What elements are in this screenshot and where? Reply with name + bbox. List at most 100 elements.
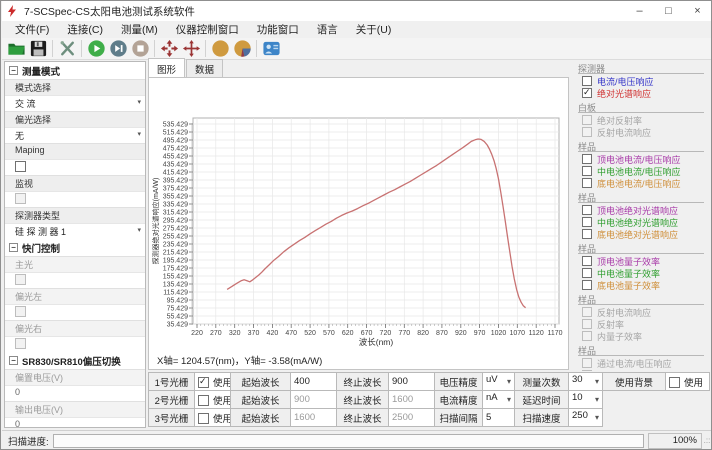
scan-progress-label: 扫描进度:: [8, 434, 49, 448]
section-title: 快门控制: [22, 241, 60, 255]
param-label-cell: 3号光栅: [149, 409, 195, 427]
use-checkbox-cell[interactable]: 使用: [666, 373, 710, 391]
menu-item-0[interactable]: 文件(F): [6, 21, 58, 38]
svg-text:1070: 1070: [510, 330, 526, 337]
curve-checkbox[interactable]: [582, 88, 592, 98]
use-checkbox[interactable]: [198, 377, 209, 388]
curve-checkbox[interactable]: [582, 268, 592, 278]
maximize-button[interactable]: □: [654, 1, 683, 21]
status-bar: 扫描进度: 100% .::: [2, 430, 712, 450]
curve-option-row: 反射率: [570, 318, 710, 330]
svg-text:370: 370: [248, 330, 260, 337]
user-info-icon[interactable]: [261, 39, 281, 59]
open-file-icon[interactable]: [6, 39, 26, 59]
toolbar: [2, 38, 712, 60]
field-label: 偏光右: [5, 320, 145, 336]
window-controls: – □ ×: [625, 1, 712, 21]
grating-settings-table: 1号光栅使用起始波长400终止波长900电压精度▾uV测量次数▾30使用背景使用…: [148, 372, 710, 427]
value-input-cell[interactable]: 5: [483, 409, 515, 427]
value-select-cell[interactable]: ▾10: [569, 391, 603, 409]
curve-checkbox[interactable]: [582, 166, 592, 176]
curve-checkbox[interactable]: [582, 280, 592, 290]
value-select-cell[interactable]: ▾250: [569, 409, 603, 427]
curve-checkbox[interactable]: [582, 154, 592, 164]
param-label-cell: 电流精度: [435, 391, 483, 409]
stop-icon[interactable]: [130, 39, 150, 59]
mode-select[interactable]: 交 流▾: [5, 95, 145, 111]
menu-item-5[interactable]: 语言: [308, 21, 347, 38]
use-checkbox-cell[interactable]: 使用: [195, 409, 231, 427]
title-bar: 7-SCSpec-CS太阳电池测试系统软件 – □ ×: [2, 1, 712, 21]
value-select-cell[interactable]: ▾nA: [483, 391, 515, 409]
use-checkbox[interactable]: [198, 395, 209, 406]
menu-item-3[interactable]: 仪器控制窗口: [167, 21, 248, 38]
select-value: 10: [572, 392, 583, 403]
svg-text:155.429: 155.429: [163, 273, 188, 280]
bias-voltage-input[interactable]: 0: [5, 385, 145, 401]
save-file-icon[interactable]: [28, 39, 48, 59]
zoom-extents-icon[interactable]: [159, 39, 179, 59]
curve-checkbox[interactable]: [582, 217, 592, 227]
field-label: 偏光左: [5, 288, 145, 304]
maping-checkbox[interactable]: [15, 161, 26, 172]
field-label: 输出电压(V): [5, 401, 145, 417]
curve-checkbox[interactable]: [582, 205, 592, 215]
pie-analysis-icon[interactable]: [232, 39, 252, 59]
use-label: 使用: [213, 378, 231, 389]
section-header-2[interactable]: −SR830/SR810偏压切换: [5, 352, 145, 369]
menu-item-4[interactable]: 功能窗口: [248, 21, 308, 38]
run-icon[interactable]: [86, 39, 106, 59]
tools-icon[interactable]: [57, 39, 77, 59]
chart-canvas[interactable]: 2202703203704204705205706206707207708208…: [149, 78, 565, 350]
use-label: 使用: [684, 378, 703, 389]
tab-data[interactable]: 数据: [186, 59, 223, 77]
polar-left-checkbox-row: [5, 304, 145, 320]
menu-item-6[interactable]: 关于(U): [347, 21, 401, 38]
use-checkbox[interactable]: [198, 413, 209, 424]
curve-checkbox[interactable]: [582, 256, 592, 266]
svg-text:115.429: 115.429: [163, 289, 188, 296]
section-header-0[interactable]: −测量模式: [5, 62, 145, 79]
menu-item-2[interactable]: 测量(M): [112, 21, 167, 38]
resize-grip[interactable]: .::: [702, 436, 712, 445]
toolbar-separator: [52, 40, 53, 57]
polar-right-checkbox: [15, 338, 26, 349]
lamp-icon[interactable]: [210, 39, 230, 59]
value-input-cell: 900: [291, 391, 337, 409]
tab-graph[interactable]: 图形: [148, 58, 185, 77]
value-select-cell[interactable]: ▾uV: [483, 373, 515, 391]
close-button[interactable]: ×: [683, 1, 712, 21]
menu-item-1[interactable]: 连接(C): [58, 21, 112, 38]
curve-option-row: 内量子效率: [570, 330, 710, 342]
svg-text:620: 620: [342, 330, 354, 337]
use-checkbox-cell[interactable]: 使用: [195, 391, 231, 409]
collapse-icon[interactable]: −: [9, 356, 18, 365]
step-icon[interactable]: [108, 39, 128, 59]
curve-checkbox[interactable]: [582, 76, 592, 86]
output-voltage-input[interactable]: 0: [5, 417, 145, 428]
svg-text:255.429: 255.429: [163, 233, 188, 240]
collapse-icon[interactable]: −: [9, 66, 18, 75]
use-checkbox-cell[interactable]: 使用: [195, 373, 231, 391]
polarizer-select[interactable]: 无▾: [5, 127, 145, 143]
use-checkbox[interactable]: [669, 377, 680, 388]
menu-bar: 文件(F)连接(C)测量(M)仪器控制窗口功能窗口语言关于(U): [2, 21, 712, 38]
curve-group-header-1: 白板: [578, 101, 704, 113]
curve-checkbox[interactable]: [582, 229, 592, 239]
polar-left-checkbox: [15, 306, 26, 317]
svg-text:720: 720: [380, 330, 392, 337]
curve-group-header-2: 样品: [578, 140, 704, 152]
minimize-button[interactable]: –: [625, 1, 654, 21]
param-label-cell: 起始波长: [231, 391, 291, 409]
svg-text:95.429: 95.429: [167, 297, 189, 304]
collapse-icon[interactable]: −: [9, 243, 18, 252]
maping-checkbox-row: [5, 159, 145, 175]
section-title: 测量模式: [22, 64, 60, 78]
detector-type-select[interactable]: 硅 探 测 器 1▾: [5, 223, 145, 239]
value-select-cell[interactable]: ▾30: [569, 373, 603, 391]
curve-checkbox[interactable]: [582, 178, 592, 188]
value-input-cell[interactable]: 900: [389, 373, 435, 391]
pan-icon[interactable]: [181, 39, 201, 59]
value-input-cell[interactable]: 400: [291, 373, 337, 391]
section-header-1[interactable]: −快门控制: [5, 239, 145, 256]
